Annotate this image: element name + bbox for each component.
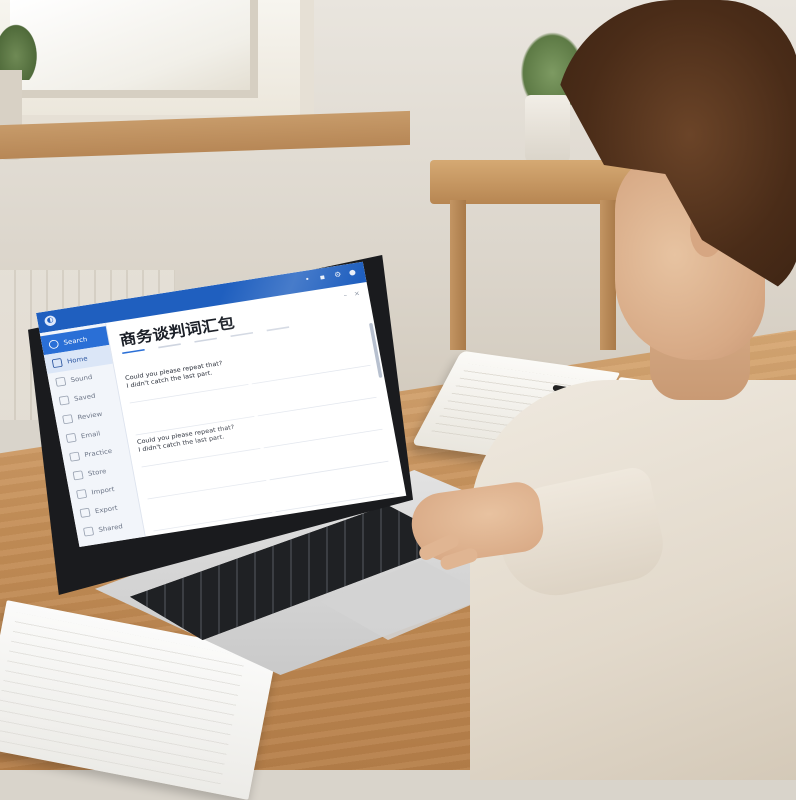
sidebar-item-label: Home	[66, 354, 89, 365]
tab[interactable]	[158, 343, 181, 349]
tab[interactable]	[230, 331, 254, 338]
window-glass	[10, 0, 258, 98]
tab[interactable]	[194, 337, 217, 343]
sidebar-item-label: Review	[76, 409, 103, 421]
settings-icon[interactable]: ⚙	[334, 271, 344, 280]
sidebar-item-label: Import	[90, 485, 115, 496]
sidebar-item-label: Sound	[69, 372, 93, 384]
nav-icon	[82, 526, 95, 537]
minimize-icon[interactable]: –	[343, 292, 348, 300]
nav-icon	[48, 338, 60, 349]
sidebar-item-label: Search	[62, 335, 88, 346]
sidebar-item-label: Saved	[73, 391, 96, 403]
close-icon[interactable]: ×	[353, 290, 360, 298]
nav-icon	[51, 357, 63, 368]
sidebar-item-label: Practice	[83, 446, 113, 459]
nav-icon	[79, 507, 91, 518]
side-table-leg	[600, 200, 616, 350]
nav-icon	[58, 395, 70, 406]
user-icon[interactable]: ●	[348, 268, 358, 278]
sidebar-item-label: Store	[87, 467, 107, 477]
sidebar-item-label: Email	[80, 429, 101, 440]
sidebar-item-label: Shared	[97, 522, 124, 534]
nav-icon	[55, 376, 67, 387]
plant-pot-right	[525, 95, 570, 165]
app-logo-icon: ◐	[43, 314, 57, 327]
nav-icon	[65, 432, 77, 443]
main-panel: 商务谈判词汇包 – × Could you please repeat that…	[106, 282, 406, 537]
panel-controls: – ×	[343, 290, 360, 300]
tab[interactable]	[266, 326, 290, 332]
window	[0, 0, 314, 129]
nav-icon	[69, 451, 81, 462]
nav-icon	[72, 469, 84, 481]
nav-icon	[62, 413, 74, 424]
bell-icon[interactable]: •	[304, 275, 314, 285]
laptop-screen: ◐ • ▪ ⚙ ● Search Home Sound Saved Review Emai…	[36, 261, 407, 547]
grid-icon[interactable]: ▪	[319, 273, 329, 282]
top-bar-icons: • ▪ ⚙ ●	[304, 268, 358, 285]
tab-active[interactable]	[122, 348, 145, 355]
sidebar-item-label: Export	[94, 503, 119, 515]
side-table-leg	[450, 200, 466, 350]
nav-icon	[76, 488, 88, 499]
